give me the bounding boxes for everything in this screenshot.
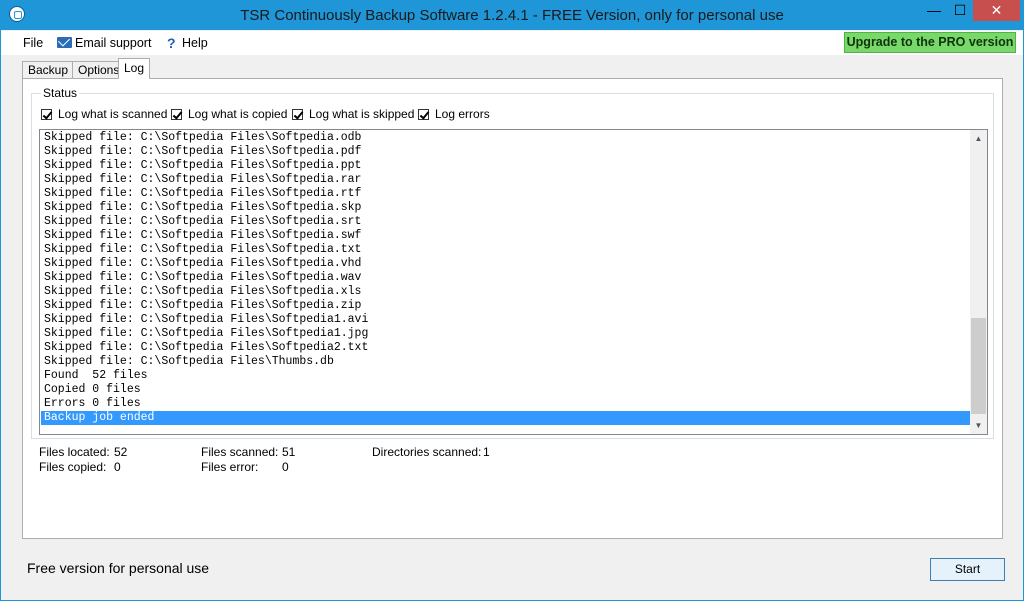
log-listbox[interactable]: Skipped file: C:\Softpedia Files\Softped… (39, 129, 988, 435)
log-scanned-checkbox[interactable]: Log what is scanned (41, 107, 167, 121)
log-errors-checkbox[interactable]: Log errors (418, 107, 490, 121)
checkbox-checked-icon[interactable] (171, 109, 182, 120)
files-copied-label: Files copied: (39, 460, 107, 474)
directories-scanned-label: Directories scanned: (372, 445, 482, 459)
scroll-thumb[interactable] (971, 318, 986, 414)
files-error-label: Files error: (201, 460, 259, 474)
log-line[interactable]: Copied 0 files (41, 383, 970, 397)
log-lines: Skipped file: C:\Softpedia Files\Softped… (41, 131, 970, 425)
log-line[interactable]: Skipped file: C:\Softpedia Files\Thumbs.… (41, 355, 970, 369)
files-scanned-value: 51 (282, 445, 296, 459)
files-error-value: 0 (282, 460, 289, 474)
log-line[interactable]: Skipped file: C:\Softpedia Files\Softped… (41, 215, 970, 229)
log-line[interactable]: Skipped file: C:\Softpedia Files\Softped… (41, 341, 970, 355)
files-located-value: 52 (114, 445, 128, 459)
log-line[interactable]: Skipped file: C:\Softpedia Files\Softped… (41, 257, 970, 271)
log-line[interactable]: Skipped file: C:\Softpedia Files\Softped… (41, 243, 970, 257)
checkbox-checked-icon[interactable] (292, 109, 303, 120)
maximize-button[interactable]: ☐ (947, 0, 973, 21)
log-line[interactable]: Skipped file: C:\Softpedia Files\Softped… (41, 299, 970, 313)
upgrade-pro-button[interactable]: Upgrade to the PRO version (844, 32, 1016, 53)
log-errors-label: Log errors (435, 107, 490, 121)
log-copied-label: Log what is copied (188, 107, 288, 121)
log-skipped-checkbox[interactable]: Log what is skipped (292, 107, 414, 121)
log-line[interactable]: Skipped file: C:\Softpedia Files\Softped… (41, 271, 970, 285)
log-line[interactable]: Found 52 files (41, 369, 970, 383)
tab-log[interactable]: Log (118, 58, 151, 79)
log-line[interactable]: Skipped file: C:\Softpedia Files\Softped… (41, 229, 970, 243)
checkbox-checked-icon[interactable] (41, 109, 52, 120)
menu-file[interactable]: File (23, 36, 43, 50)
directories-scanned-value: 1 (483, 445, 490, 459)
log-copied-checkbox[interactable]: Log what is copied (171, 107, 287, 121)
menu-email-support-label: Email support (75, 36, 152, 50)
help-icon: ? (167, 35, 176, 51)
mail-icon (57, 37, 72, 48)
status-legend: Status (41, 86, 80, 100)
log-line[interactable]: Skipped file: C:\Softpedia Files\Softped… (41, 173, 970, 187)
files-copied-value: 0 (114, 460, 121, 474)
files-located-label: Files located: (39, 445, 110, 459)
app-window: TSR Continuously Backup Software 1.2.4.1… (0, 0, 1024, 601)
window-title: TSR Continuously Backup Software 1.2.4.1… (240, 7, 784, 24)
title-bar[interactable]: TSR Continuously Backup Software 1.2.4.1… (1, 0, 1023, 30)
menu-help[interactable]: ? Help (167, 36, 208, 50)
log-line[interactable]: Skipped file: C:\Softpedia Files\Softped… (41, 159, 970, 173)
menu-file-label: File (23, 36, 44, 50)
log-line[interactable]: Skipped file: C:\Softpedia Files\Softped… (41, 313, 970, 327)
log-skipped-label: Log what is skipped (309, 107, 415, 121)
files-scanned-label: Files scanned: (201, 445, 279, 459)
menu-email-support[interactable]: Email support (57, 36, 151, 50)
log-line[interactable]: Skipped file: C:\Softpedia Files\Softped… (41, 145, 970, 159)
log-line[interactable]: Skipped file: C:\Softpedia Files\Softped… (41, 327, 970, 341)
close-button[interactable]: ✕ (973, 0, 1020, 21)
log-line[interactable]: Skipped file: C:\Softpedia Files\Softped… (41, 201, 970, 215)
scroll-up-icon[interactable]: ▲ (970, 130, 987, 147)
log-tab-panel: Status Log what is scanned Log what is c… (22, 78, 1003, 539)
log-line[interactable]: Errors 0 files (41, 397, 970, 411)
log-scanned-label: Log what is scanned (58, 107, 168, 121)
vertical-scrollbar[interactable]: ▲ ▼ (970, 130, 987, 434)
start-button[interactable]: Start (930, 558, 1005, 581)
menu-help-label: Help (182, 36, 208, 50)
tab-backup[interactable]: Backup (22, 61, 75, 79)
log-line[interactable]: Skipped file: C:\Softpedia Files\Softped… (41, 187, 970, 201)
status-group: Status Log what is scanned Log what is c… (31, 86, 994, 439)
checkbox-checked-icon[interactable] (418, 109, 429, 120)
log-line[interactable]: Backup job ended (41, 411, 970, 425)
minimize-button[interactable]: — (921, 0, 947, 21)
log-line[interactable]: Skipped file: C:\Softpedia Files\Softped… (41, 285, 970, 299)
scroll-down-icon[interactable]: ▼ (970, 417, 987, 434)
log-line[interactable]: Skipped file: C:\Softpedia Files\Softped… (41, 131, 970, 145)
footer-status-text: Free version for personal use (27, 560, 210, 576)
